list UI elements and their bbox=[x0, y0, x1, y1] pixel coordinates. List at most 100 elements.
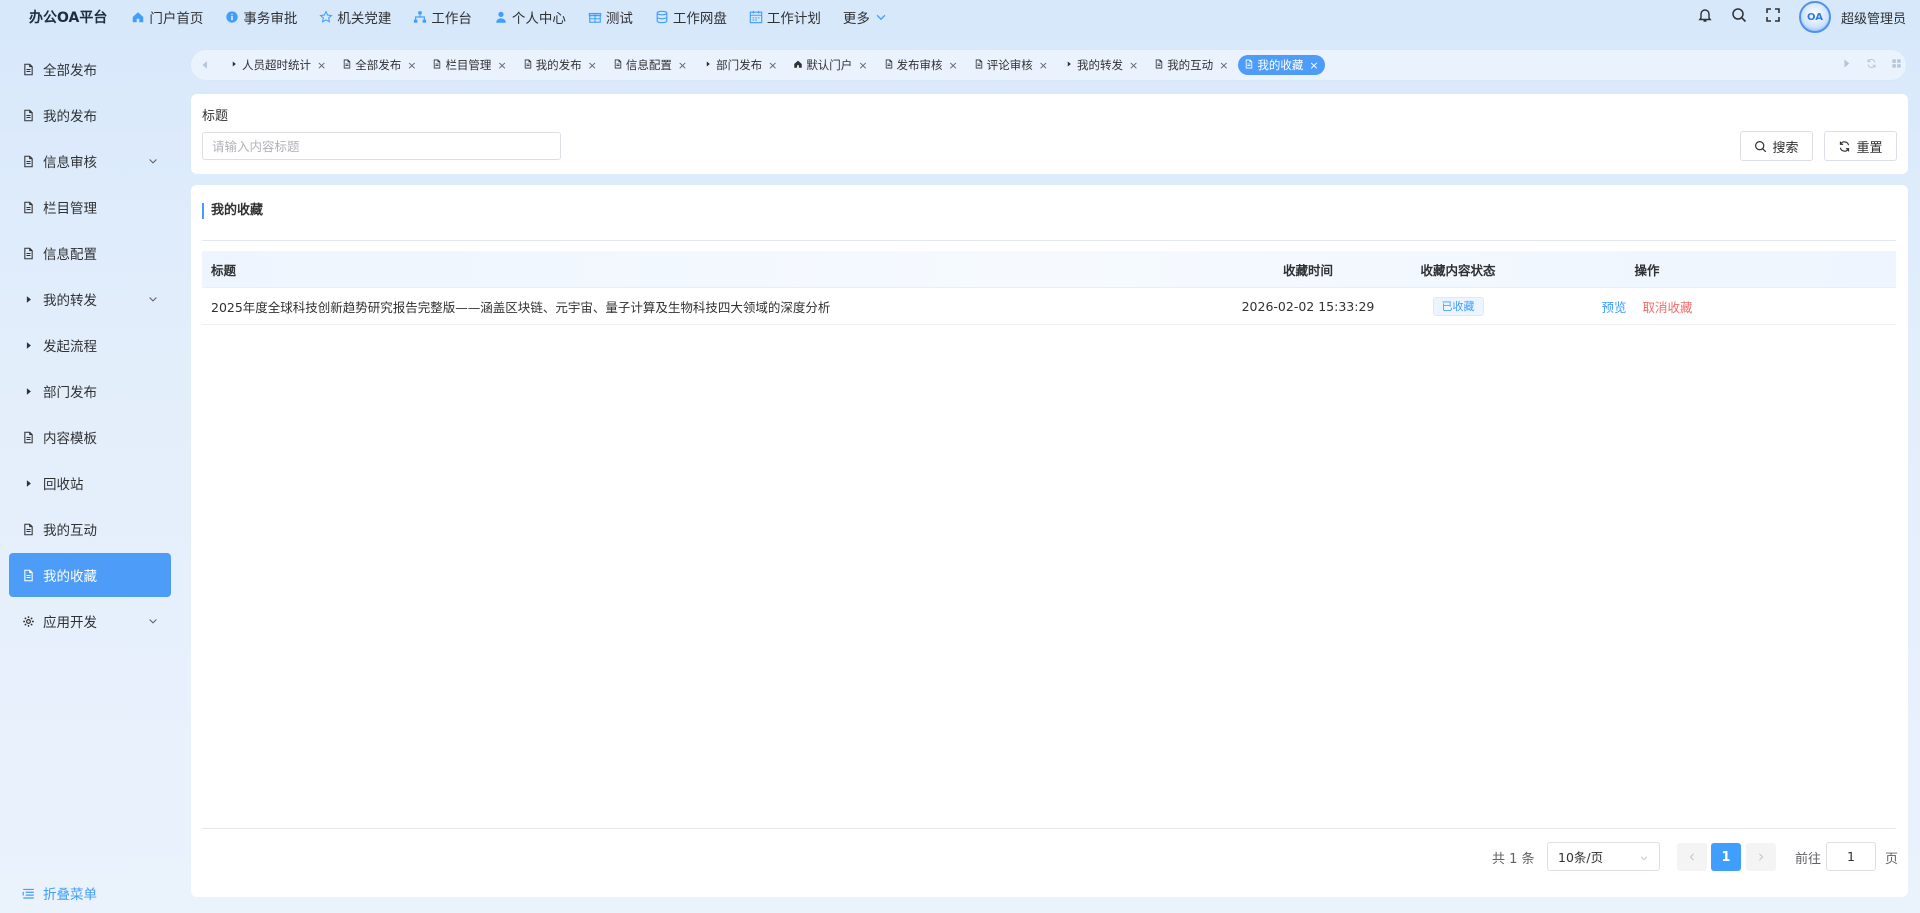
sidebar-item-app-dev[interactable]: 应用开发 bbox=[9, 599, 171, 643]
topnav-work-plan[interactable]: 工作计划 bbox=[749, 7, 821, 27]
calendar-icon bbox=[749, 10, 763, 24]
star-icon bbox=[319, 10, 333, 24]
table-header: 标题 收藏时间 收藏内容状态 操作 bbox=[202, 251, 1896, 288]
refresh-icon[interactable] bbox=[1866, 58, 1877, 73]
tab-label: 我的互动 bbox=[1167, 58, 1214, 72]
tab-default-portal[interactable]: 默认门户 × bbox=[787, 55, 873, 75]
close-icon[interactable]: × bbox=[949, 59, 958, 72]
close-icon[interactable]: × bbox=[497, 59, 506, 72]
topnav-test[interactable]: 测试 bbox=[588, 7, 633, 27]
caret-right-icon bbox=[21, 338, 35, 352]
document-icon bbox=[21, 154, 35, 168]
bell-icon[interactable] bbox=[1697, 7, 1713, 27]
search-button-label: 搜索 bbox=[1772, 140, 1799, 156]
sidebar-item-my-interaction[interactable]: 我的互动 bbox=[9, 507, 171, 551]
chevron-down-icon bbox=[1639, 853, 1649, 863]
tab-info-config[interactable]: 信息配置 × bbox=[607, 55, 693, 75]
close-icon[interactable]: × bbox=[1219, 59, 1228, 72]
close-icon[interactable]: × bbox=[678, 59, 687, 72]
title-search-input[interactable] bbox=[202, 132, 561, 160]
document-icon bbox=[21, 568, 35, 582]
page-size-select[interactable]: 10条/页 bbox=[1547, 842, 1660, 871]
page-suffix: 页 bbox=[1885, 851, 1899, 867]
search-button[interactable]: 搜索 bbox=[1740, 131, 1813, 161]
tab-all-publish[interactable]: 全部发布 × bbox=[336, 55, 422, 75]
sidebar-item-label: 信息配置 bbox=[43, 247, 97, 263]
topnav-workbench[interactable]: 工作台 bbox=[413, 7, 472, 27]
caret-right-icon[interactable] bbox=[1841, 58, 1852, 73]
tab-label: 部门发布 bbox=[716, 58, 763, 72]
chevron-down-icon bbox=[147, 155, 159, 167]
topnav-party-building[interactable]: 机关党建 bbox=[319, 7, 391, 27]
column-header-status: 收藏内容状态 bbox=[1420, 262, 1496, 278]
sidebar-item-all-publish[interactable]: 全部发布 bbox=[9, 47, 171, 91]
search-icon[interactable] bbox=[1731, 7, 1747, 27]
topnav-netdisk[interactable]: 工作网盘 bbox=[655, 7, 727, 27]
caret-left-icon bbox=[200, 60, 210, 70]
document-icon bbox=[613, 58, 623, 72]
close-icon[interactable]: × bbox=[588, 59, 597, 72]
sidebar-item-my-publish[interactable]: 我的发布 bbox=[9, 93, 171, 137]
prev-page-button[interactable] bbox=[1677, 843, 1707, 871]
fullscreen-icon[interactable] bbox=[1765, 7, 1781, 27]
close-icon[interactable]: × bbox=[317, 59, 326, 72]
top-navbar: 办公OA平台 门户首页 事务审批 机关党建 工作台 个人中心 测试 工作网盘 工… bbox=[0, 0, 1920, 34]
tab-my-forward[interactable]: 我的转发 × bbox=[1058, 55, 1144, 75]
sidebar-item-info-config[interactable]: 信息配置 bbox=[9, 231, 171, 275]
title-field-label: 标题 bbox=[202, 109, 229, 124]
tab-label: 我的发布 bbox=[535, 58, 582, 72]
sidebar-item-column-manage[interactable]: 栏目管理 bbox=[9, 185, 171, 229]
close-icon[interactable]: × bbox=[1309, 59, 1318, 72]
row-title[interactable]: 2025年度全球科技创新趋势研究报告完整版——涵盖区块链、元宇宙、量子计算及生物… bbox=[211, 288, 830, 324]
caret-right-icon bbox=[1064, 58, 1074, 72]
sidebar-item-label: 我的发布 bbox=[43, 109, 97, 125]
sidebar-item-dept-publish[interactable]: 部门发布 bbox=[9, 369, 171, 413]
preview-link[interactable]: 预览 bbox=[1601, 297, 1626, 316]
next-page-button[interactable] bbox=[1746, 843, 1776, 871]
tab-my-interaction[interactable]: 我的互动 × bbox=[1148, 55, 1234, 75]
close-icon[interactable]: × bbox=[1129, 59, 1138, 72]
tab-staff-timeout-stats[interactable]: 人员超时统计 × bbox=[223, 55, 332, 75]
topnav-portal-home[interactable]: 门户首页 bbox=[131, 7, 203, 27]
tab-column-manage[interactable]: 栏目管理 × bbox=[426, 55, 512, 75]
sidebar-item-label: 栏目管理 bbox=[43, 201, 97, 217]
cancel-favorite-link[interactable]: 取消收藏 bbox=[1643, 297, 1693, 316]
goto-page-input[interactable] bbox=[1826, 842, 1876, 871]
close-icon[interactable]: × bbox=[768, 59, 777, 72]
menu-icon bbox=[22, 887, 35, 900]
tab-publish-review[interactable]: 发布审核 × bbox=[878, 55, 964, 75]
sidebar-item-my-favorites[interactable]: 我的收藏 bbox=[9, 553, 171, 597]
topnav-more[interactable]: 更多 bbox=[843, 7, 888, 27]
document-icon bbox=[21, 430, 35, 444]
tabs-scroll-left[interactable] bbox=[191, 50, 219, 80]
reset-button[interactable]: 重置 bbox=[1824, 131, 1897, 161]
tab-my-publish[interactable]: 我的发布 × bbox=[517, 55, 603, 75]
caret-right-icon bbox=[21, 384, 35, 398]
username[interactable]: 超级管理员 bbox=[1841, 8, 1906, 27]
tab-dept-publish[interactable]: 部门发布 × bbox=[697, 55, 783, 75]
sidebar-item-info-review[interactable]: 信息审核 bbox=[9, 139, 171, 183]
document-icon bbox=[21, 108, 35, 122]
table-row: 2025年度全球科技创新趋势研究报告完整版——涵盖区块链、元宇宙、量子计算及生物… bbox=[202, 288, 1896, 325]
topnav-label: 个人中心 bbox=[511, 11, 566, 27]
sitemap-icon bbox=[413, 10, 427, 24]
sidebar-item-content-template[interactable]: 内容模板 bbox=[9, 415, 171, 459]
topnav-affairs-approval[interactable]: 事务审批 bbox=[225, 7, 297, 27]
collapse-menu-button[interactable]: 折叠菜单 bbox=[22, 883, 97, 903]
close-icon[interactable]: × bbox=[407, 59, 416, 72]
sidebar-item-my-forward[interactable]: 我的转发 bbox=[9, 277, 171, 321]
sidebar-item-start-process[interactable]: 发起流程 bbox=[9, 323, 171, 367]
close-icon[interactable]: × bbox=[1039, 59, 1048, 72]
avatar[interactable]: OA bbox=[1798, 1, 1831, 33]
tabs-bar: 人员超时统计 × 全部发布 × 栏目管理 × 我的发布 × 信息配置 × 部门发布 × 默认… bbox=[190, 49, 1907, 81]
page-number-button[interactable]: 1 bbox=[1711, 843, 1741, 871]
tab-comment-review[interactable]: 评论审核 × bbox=[968, 55, 1054, 75]
tab-my-favorites[interactable]: 我的收藏 × bbox=[1238, 55, 1325, 75]
sidebar-item-recycle-bin[interactable]: 回收站 bbox=[9, 461, 171, 505]
divider bbox=[202, 828, 1896, 829]
grid-icon[interactable] bbox=[1891, 58, 1902, 73]
sidebar-item-label: 信息审核 bbox=[43, 155, 97, 171]
caret-right-icon bbox=[21, 476, 35, 490]
topnav-personal-center[interactable]: 个人中心 bbox=[494, 7, 566, 27]
close-icon[interactable]: × bbox=[858, 59, 867, 72]
